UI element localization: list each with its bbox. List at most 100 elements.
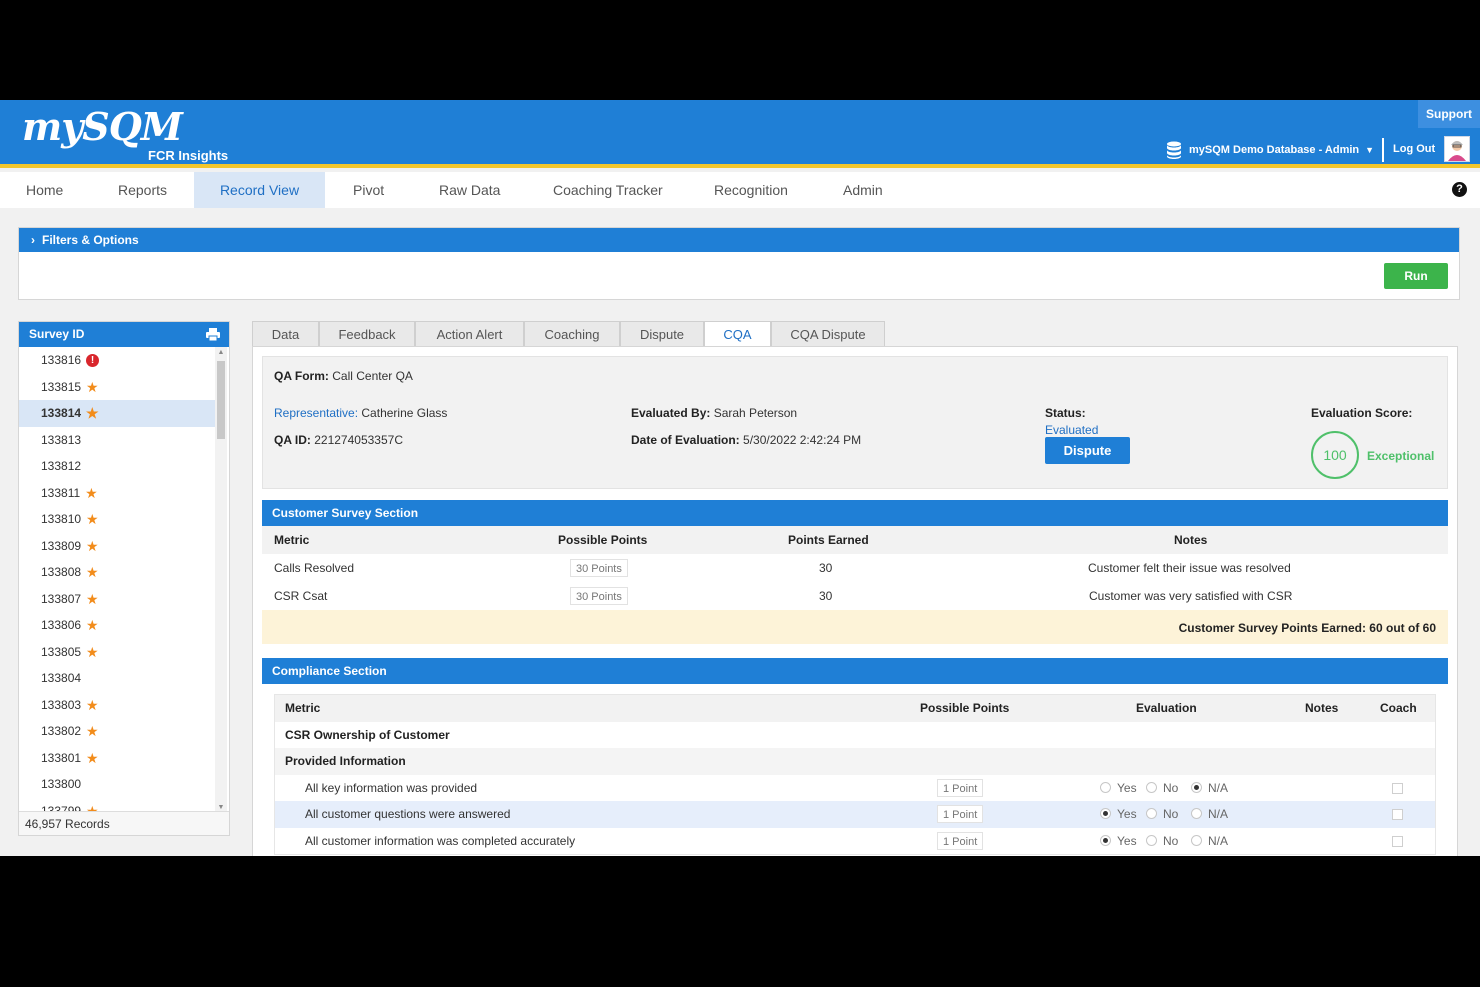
- list-item[interactable]: 133813: [19, 427, 215, 454]
- scroll-down-icon[interactable]: ▼: [217, 804, 225, 811]
- star-icon: ★: [86, 511, 99, 527]
- evaluated-by-value: Sarah Peterson: [713, 406, 798, 420]
- radio-label: N/A: [1208, 780, 1229, 795]
- group-title: CSR Ownership of Customer: [285, 727, 450, 742]
- radio-yes[interactable]: Yes: [1100, 828, 1151, 855]
- avatar[interactable]: [1444, 136, 1470, 162]
- top-bar: mySQM FCR Insights Support mySQM Demo Da…: [0, 100, 1480, 168]
- nav-record-view[interactable]: Record View: [194, 172, 325, 208]
- list-item[interactable]: 133815 ★: [19, 374, 215, 401]
- nav-pivot[interactable]: Pivot: [353, 172, 384, 208]
- list-item[interactable]: 133810 ★: [19, 506, 215, 533]
- table-row: All key information was provided 1 Point Y…: [275, 775, 1435, 802]
- radio-yes[interactable]: Yes: [1100, 801, 1151, 828]
- coach-checkbox[interactable]: [1392, 809, 1403, 820]
- support-button[interactable]: Support: [1418, 100, 1480, 128]
- run-button[interactable]: Run: [1384, 263, 1448, 289]
- nav-coaching-tracker[interactable]: Coaching Tracker: [553, 172, 663, 208]
- list-item[interactable]: 133812: [19, 453, 215, 480]
- radio-button[interactable]: [1100, 808, 1111, 820]
- survey-id: 133804: [41, 671, 82, 685]
- list-item[interactable]: 133816!: [19, 347, 215, 374]
- table-row: All customer questions were answered 1 Po…: [275, 801, 1435, 828]
- col-notes: Notes: [1174, 533, 1208, 547]
- survey-id: 133815: [41, 379, 82, 394]
- list-item[interactable]: 133807 ★: [19, 586, 215, 613]
- nav-home[interactable]: Home: [26, 172, 63, 208]
- tab-dispute[interactable]: Dispute: [620, 321, 704, 347]
- radio-button[interactable]: [1191, 834, 1202, 846]
- tab-action-alert[interactable]: Action Alert: [415, 321, 524, 347]
- scroll-thumb[interactable]: [217, 361, 225, 439]
- database-name: mySQM Demo Database - Admin: [1189, 144, 1360, 156]
- filters-toggle[interactable]: › Filters & Options: [19, 228, 1459, 252]
- nav-raw-data[interactable]: Raw Data: [439, 172, 500, 208]
- radio-button[interactable]: [1146, 808, 1157, 820]
- col-metric: Metric: [285, 701, 321, 715]
- list-item[interactable]: 133809 ★: [19, 533, 215, 560]
- list-item[interactable]: 133811 ★: [19, 480, 215, 507]
- survey-id: 133812: [41, 459, 82, 473]
- col-metric: Metric: [274, 533, 310, 547]
- list-item[interactable]: 133804: [19, 665, 215, 692]
- radio-na[interactable]: N/A: [1191, 775, 1242, 802]
- qa-id-label: QA ID:: [274, 433, 311, 447]
- radio-button[interactable]: [1146, 834, 1157, 846]
- radio-na[interactable]: N/A: [1191, 801, 1242, 828]
- representative-link[interactable]: Representative:: [274, 406, 358, 420]
- survey-id: 133814: [41, 406, 82, 420]
- nav-reports[interactable]: Reports: [118, 172, 167, 208]
- tab-coaching[interactable]: Coaching: [524, 321, 620, 347]
- radio-na[interactable]: N/A: [1191, 828, 1242, 855]
- survey-list-scrollbar[interactable]: ▲ ▼: [215, 347, 227, 813]
- database-icon: [1167, 141, 1181, 159]
- star-icon: ★: [86, 378, 99, 395]
- radio-label: Yes: [1117, 807, 1137, 821]
- help-icon[interactable]: ?: [1452, 182, 1467, 197]
- radio-no[interactable]: No: [1146, 801, 1192, 828]
- status-value[interactable]: Evaluated: [1045, 423, 1098, 437]
- logout-link[interactable]: Log Out: [1393, 143, 1435, 155]
- list-item[interactable]: 133814 ★: [19, 400, 215, 427]
- survey-list-panel: Survey ID 133816! 133815 ★ 133814 ★ 133813 133…: [18, 321, 230, 836]
- radio-button[interactable]: [1191, 808, 1202, 820]
- radio-yes[interactable]: Yes: [1100, 775, 1151, 802]
- row-possible-points: 30 Points: [570, 587, 628, 605]
- nav-recognition[interactable]: Recognition: [714, 172, 788, 208]
- evaluated-by: Evaluated By: Sarah Peterson: [631, 406, 797, 420]
- tab-data[interactable]: Data: [252, 321, 319, 347]
- tab-cqa[interactable]: CQA: [704, 321, 771, 348]
- star-icon: ★: [86, 696, 99, 713]
- list-item[interactable]: 133808 ★: [19, 559, 215, 586]
- list-item[interactable]: 133801 ★: [19, 745, 215, 772]
- coach-checkbox[interactable]: [1392, 782, 1403, 794]
- logo[interactable]: mySQM FCR Insights: [22, 104, 228, 163]
- list-item[interactable]: 133802 ★: [19, 718, 215, 745]
- radio-button[interactable]: [1191, 781, 1202, 793]
- list-item[interactable]: 133800: [19, 771, 215, 798]
- col-coach: Coach: [1380, 701, 1417, 715]
- logo-text: mySQM: [22, 104, 183, 149]
- list-item[interactable]: 133803 ★: [19, 692, 215, 719]
- list-item[interactable]: 133805 ★: [19, 639, 215, 666]
- scroll-up-icon[interactable]: ▲: [217, 349, 225, 356]
- coach-checkbox[interactable]: [1392, 835, 1403, 847]
- user-avatar-icon: [1448, 141, 1466, 161]
- printer-icon[interactable]: [206, 328, 220, 341]
- dispute-button[interactable]: Dispute: [1045, 437, 1130, 464]
- tab-feedback[interactable]: Feedback: [319, 321, 415, 347]
- star-icon: ★: [86, 537, 99, 554]
- radio-button[interactable]: [1100, 781, 1111, 793]
- qa-id: QA ID: 221274053357C: [274, 433, 403, 447]
- list-item[interactable]: 133806 ★: [19, 612, 215, 639]
- radio-no[interactable]: No: [1146, 828, 1192, 855]
- radio-button[interactable]: [1100, 834, 1111, 846]
- subgroup-title: Provided Information: [285, 754, 406, 768]
- radio-button[interactable]: [1146, 781, 1157, 793]
- tab-cqa-dispute[interactable]: CQA Dispute: [771, 321, 885, 347]
- radio-no[interactable]: No: [1146, 775, 1192, 802]
- database-selector[interactable]: mySQM Demo Database - Admin ▼: [1166, 138, 1374, 162]
- qa-form: QA Form: Call Center QA: [274, 369, 413, 383]
- star-icon: ★: [86, 590, 99, 607]
- nav-admin[interactable]: Admin: [843, 172, 883, 208]
